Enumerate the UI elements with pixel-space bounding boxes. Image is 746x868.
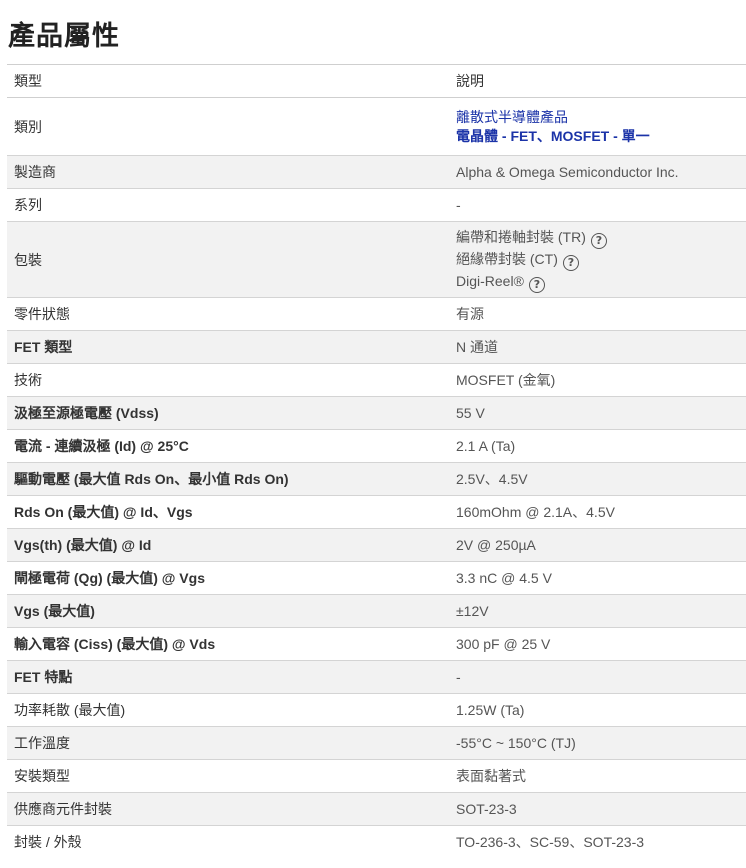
- table-row: 技術 MOSFET (金氧): [7, 363, 746, 397]
- product-attributes-table: 類型 說明 類別 離散式半導體產品 電晶體 - FET、MOSFET - 單一 …: [7, 64, 746, 859]
- row-value: 2V @ 250µA: [450, 528, 746, 562]
- row-label: 系列: [7, 188, 450, 222]
- row-value: 55 V: [450, 396, 746, 430]
- help-icon[interactable]: ?: [528, 276, 545, 293]
- category-link-discrete[interactable]: 離散式半導體產品: [456, 108, 746, 127]
- row-value: SOT-23-3: [450, 792, 746, 826]
- row-value: ±12V: [450, 594, 746, 628]
- row-label: 類別: [7, 97, 450, 156]
- table-row: 安裝類型 表面黏著式: [7, 759, 746, 793]
- table-row: 閘極電荷 (Qg) (最大值) @ Vgs 3.3 nC @ 4.5 V: [7, 561, 746, 595]
- row-value: -55°C ~ 150°C (TJ): [450, 726, 746, 760]
- row-value: 2.1 A (Ta): [450, 429, 746, 463]
- table-row: 功率耗散 (最大值) 1.25W (Ta): [7, 693, 746, 727]
- table-row: 系列 -: [7, 188, 746, 222]
- table-row: Rds On (最大值) @ Id、Vgs 160mOhm @ 2.1A、4.5V: [7, 495, 746, 529]
- row-value: 2.5V、4.5V: [450, 462, 746, 496]
- row-value: 1.25W (Ta): [450, 693, 746, 727]
- table-header-row: 類型 說明: [7, 64, 746, 98]
- table-row-category: 類別 離散式半導體產品 電晶體 - FET、MOSFET - 單一: [7, 97, 746, 156]
- row-label: 零件狀態: [7, 297, 450, 331]
- row-value: -: [450, 660, 746, 694]
- packaging-option-label: Digi-Reel®: [456, 272, 524, 289]
- row-label: 供應商元件封裝: [7, 792, 450, 826]
- row-label: Vgs (最大值): [7, 594, 450, 628]
- row-label: 製造商: [7, 155, 450, 189]
- row-value: TO-236-3、SC-59、SOT-23-3: [450, 825, 746, 859]
- table-row: 電流 - 連續汲極 (Id) @ 25°C 2.1 A (Ta): [7, 429, 746, 463]
- row-value: 300 pF @ 25 V: [450, 627, 746, 661]
- row-value: 3.3 nC @ 4.5 V: [450, 561, 746, 595]
- table-row: 封裝 / 外殼 TO-236-3、SC-59、SOT-23-3: [7, 825, 746, 859]
- row-label: 功率耗散 (最大值): [7, 693, 450, 727]
- row-value: -: [450, 188, 746, 222]
- table-row: 零件狀態 有源: [7, 297, 746, 331]
- packaging-option-digireel: Digi-Reel®?: [456, 271, 746, 293]
- packaging-option-label: 編帶和捲軸封裝 (TR): [456, 228, 586, 245]
- row-label: FET 類型: [7, 330, 450, 364]
- row-label: 封裝 / 外殼: [7, 825, 450, 859]
- table-row: 汲極至源極電壓 (Vdss) 55 V: [7, 396, 746, 430]
- help-icon[interactable]: ?: [590, 232, 607, 249]
- row-label: Vgs(th) (最大值) @ Id: [7, 528, 450, 562]
- row-label: 安裝類型: [7, 759, 450, 793]
- row-value: Alpha & Omega Semiconductor Inc.: [450, 155, 746, 189]
- packaging-option-tr: 編帶和捲軸封裝 (TR)?: [456, 227, 746, 249]
- table-row: 驅動電壓 (最大值 Rds On、最小值 Rds On) 2.5V、4.5V: [7, 462, 746, 496]
- table-row: Vgs(th) (最大值) @ Id 2V @ 250µA: [7, 528, 746, 562]
- row-label: 輸入電容 (Ciss) (最大值) @ Vds: [7, 627, 450, 661]
- table-row: 製造商 Alpha & Omega Semiconductor Inc.: [7, 155, 746, 189]
- row-label: 閘極電荷 (Qg) (最大值) @ Vgs: [7, 561, 450, 595]
- table-row: FET 類型 N 通道: [7, 330, 746, 364]
- row-value: 編帶和捲軸封裝 (TR)? 絕緣帶封裝 (CT)? Digi-Reel®?: [450, 221, 746, 298]
- row-label: Rds On (最大值) @ Id、Vgs: [7, 495, 450, 529]
- packaging-option-ct: 絕緣帶封裝 (CT)?: [456, 249, 746, 271]
- row-label: FET 特點: [7, 660, 450, 694]
- packaging-option-label: 絕緣帶封裝 (CT): [456, 250, 558, 267]
- category-link-mosfet[interactable]: 電晶體 - FET、MOSFET - 單一: [456, 127, 746, 146]
- row-label: 汲極至源極電壓 (Vdss): [7, 396, 450, 430]
- table-row: 輸入電容 (Ciss) (最大值) @ Vds 300 pF @ 25 V: [7, 627, 746, 661]
- row-label: 電流 - 連續汲極 (Id) @ 25°C: [7, 429, 450, 463]
- table-row: 供應商元件封裝 SOT-23-3: [7, 792, 746, 826]
- table-row: FET 特點 -: [7, 660, 746, 694]
- row-value: 160mOhm @ 2.1A、4.5V: [450, 495, 746, 529]
- row-label: 包裝: [7, 221, 450, 298]
- row-value: 有源: [450, 297, 746, 331]
- header-type: 類型: [7, 64, 450, 98]
- row-label: 技術: [7, 363, 450, 397]
- row-value: 表面黏著式: [450, 759, 746, 793]
- table-row: 工作溫度 -55°C ~ 150°C (TJ): [7, 726, 746, 760]
- row-value: MOSFET (金氧): [450, 363, 746, 397]
- row-value: 離散式半導體產品 電晶體 - FET、MOSFET - 單一: [450, 97, 746, 156]
- row-label: 驅動電壓 (最大值 Rds On、最小值 Rds On): [7, 462, 450, 496]
- table-row-packaging: 包裝 編帶和捲軸封裝 (TR)? 絕緣帶封裝 (CT)? Digi-Reel®?: [7, 221, 746, 298]
- table-row: Vgs (最大值) ±12V: [7, 594, 746, 628]
- row-value: N 通道: [450, 330, 746, 364]
- header-description: 說明: [450, 64, 746, 98]
- row-label: 工作溫度: [7, 726, 450, 760]
- page-title: 產品屬性: [8, 21, 120, 52]
- help-icon[interactable]: ?: [562, 254, 579, 271]
